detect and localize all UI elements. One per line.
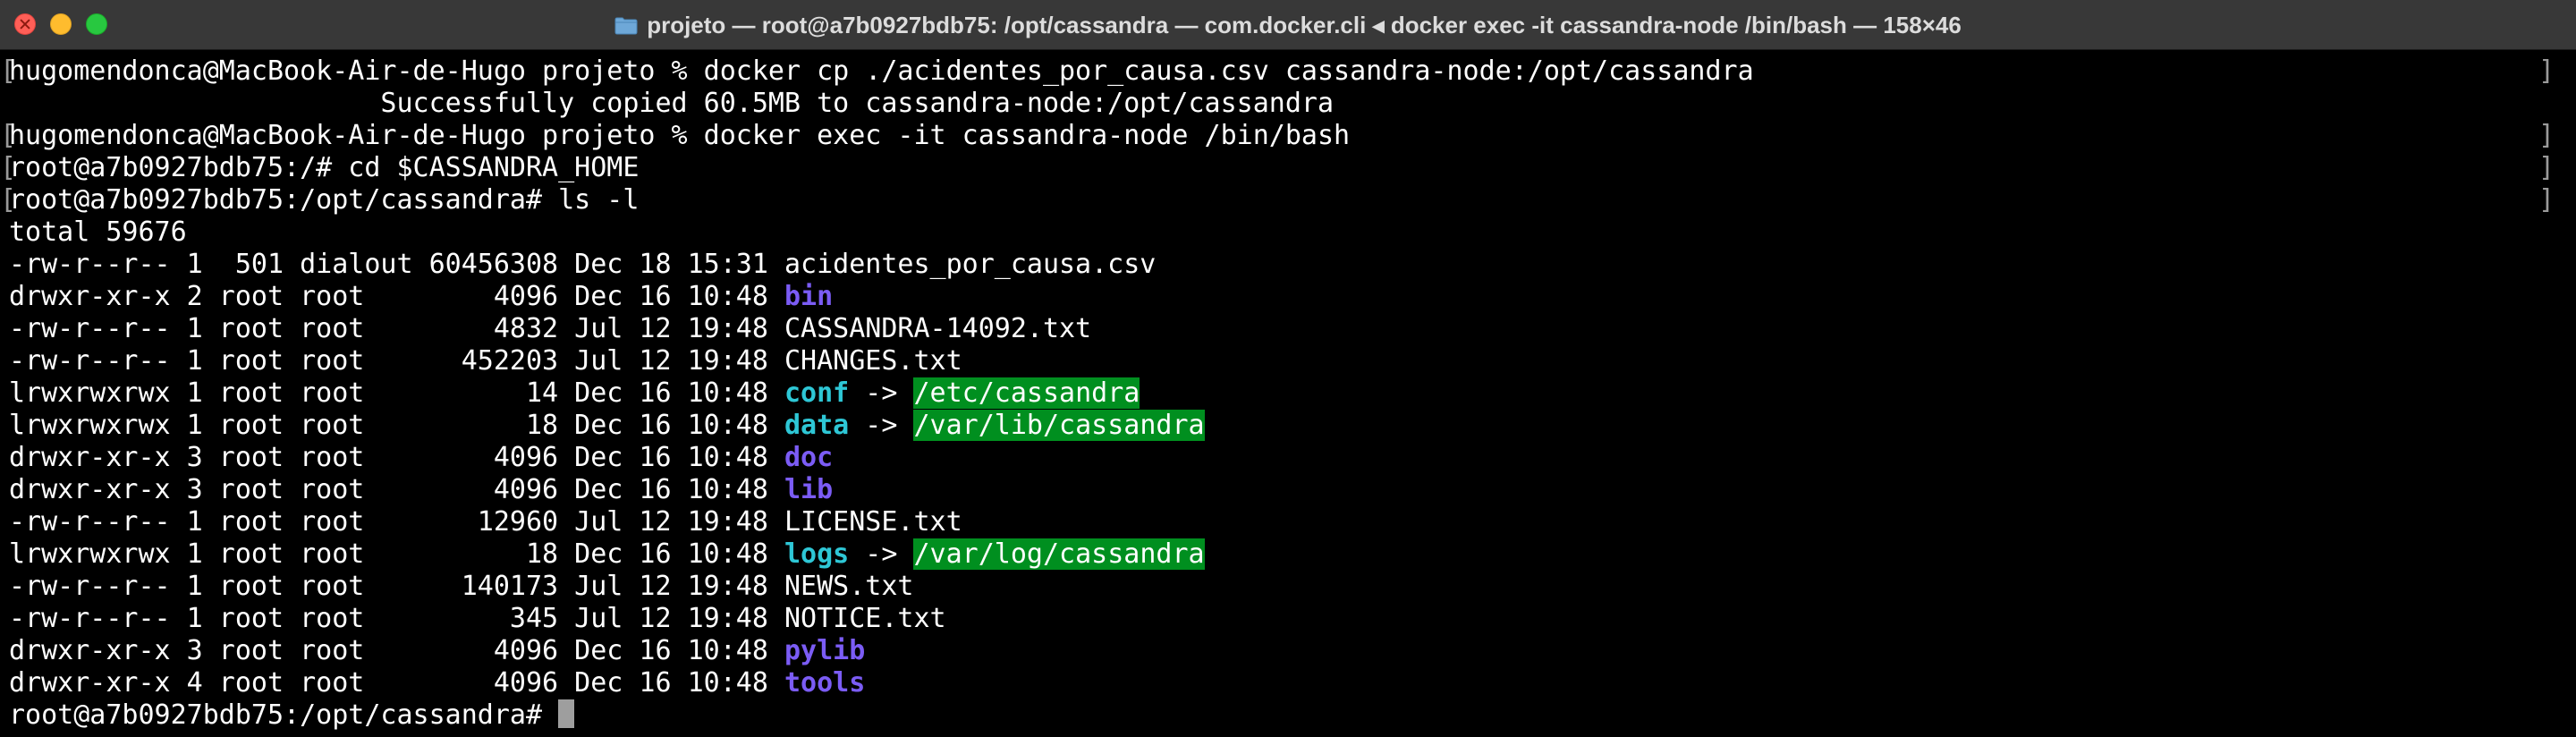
file-name: LICENSE.txt — [784, 506, 962, 538]
file-metadata: drwxr-xr-x 2 root root 4096 Dec 16 10:48 — [9, 281, 784, 312]
scroll-marker-left: [ — [0, 184, 17, 216]
listing-row: -rw-r--r-- 1 root root 345 Jul 12 19:48 … — [9, 603, 946, 635]
directory-name: doc — [784, 442, 834, 473]
listing-row: drwxr-xr-x 4 root root 4096 Dec 16 10:48… — [9, 667, 865, 699]
prompt-line[interactable]: root@a7b0927bdb75:/opt/cassandra# — [9, 699, 575, 732]
folder-icon — [614, 2, 638, 35]
file-metadata: -rw-r--r-- 1 501 dialout 60456308 Dec 18… — [9, 249, 784, 280]
listing-row: lrwxrwxrwx 1 root root 18 Dec 16 10:48 d… — [9, 410, 1205, 442]
listing-row: lrwxrwxrwx 1 root root 18 Dec 16 10:48 l… — [9, 538, 1205, 571]
listing-row: -rw-r--r-- 1 root root 12960 Jul 12 19:4… — [9, 506, 962, 538]
command-line: root@a7b0927bdb75:/opt/cassandra# ls -l — [9, 184, 640, 216]
file-name: CASSANDRA-14092.txt — [784, 313, 1092, 344]
scroll-marker-left: [ — [0, 55, 17, 87]
directory-name: pylib — [784, 635, 866, 666]
file-metadata: -rw-r--r-- 1 root root 140173 Jul 12 19:… — [9, 571, 784, 602]
listing-row: drwxr-xr-x 3 root root 4096 Dec 16 10:48… — [9, 635, 865, 667]
directory-name: lib — [784, 474, 834, 505]
symlink-target: /etc/cassandra — [913, 377, 1140, 409]
shell-prompt: root@a7b0927bdb75:/opt/cassandra# — [9, 699, 559, 731]
directory-name: tools — [784, 667, 866, 699]
file-metadata: drwxr-xr-x 4 root root 4096 Dec 16 10:48 — [9, 667, 784, 699]
terminal-window: projeto — root@a7b0927bdb75: /opt/cassan… — [0, 0, 2576, 737]
scroll-marker-left: [ — [0, 120, 17, 151]
text-cursor — [558, 699, 575, 728]
listing-row: -rw-r--r-- 1 root root 140173 Jul 12 19:… — [9, 571, 913, 603]
file-metadata: drwxr-xr-x 3 root root 4096 Dec 16 10:48 — [9, 442, 784, 473]
listing-row: lrwxrwxrwx 1 root root 14 Dec 16 10:48 c… — [9, 377, 1140, 410]
file-metadata: -rw-r--r-- 1 root root 4832 Jul 12 19:48 — [9, 313, 784, 344]
listing-row: drwxr-xr-x 3 root root 4096 Dec 16 10:48… — [9, 442, 833, 474]
file-name: NEWS.txt — [784, 571, 914, 602]
scroll-marker-right: ] — [2538, 184, 2555, 216]
symlink-target: /var/lib/cassandra — [913, 410, 1205, 441]
file-name: acidentes_por_causa.csv — [784, 249, 1157, 280]
scroll-marker-right: ] — [2538, 55, 2555, 87]
symlink-name: logs — [784, 538, 850, 570]
command-line: hugomendonca@MacBook-Air-de-Hugo projeto… — [9, 120, 1351, 151]
directory-name: bin — [784, 281, 834, 312]
listing-row: drwxr-xr-x 2 root root 4096 Dec 16 10:48… — [9, 281, 833, 313]
file-metadata: -rw-r--r-- 1 root root 345 Jul 12 19:48 — [9, 603, 784, 634]
file-metadata: lrwxrwxrwx 1 root root 18 Dec 16 10:48 — [9, 410, 784, 441]
file-metadata: -rw-r--r-- 1 root root 452203 Jul 12 19:… — [9, 345, 784, 377]
scroll-marker-left: [ — [0, 152, 17, 183]
file-name: NOTICE.txt — [784, 603, 946, 634]
file-metadata: drwxr-xr-x 3 root root 4096 Dec 16 10:48 — [9, 474, 784, 505]
symlink-name: conf — [784, 377, 850, 409]
command-line: hugomendonca@MacBook-Air-de-Hugo projeto… — [9, 55, 1754, 87]
title-bar[interactable]: projeto — root@a7b0927bdb75: /opt/cassan… — [0, 0, 2576, 50]
listing-row: -rw-r--r-- 1 root root 4832 Jul 12 19:48… — [9, 313, 1091, 345]
output-line: Successfully copied 60.5MB to cassandra-… — [9, 88, 1335, 119]
listing-row: drwxr-xr-x 3 root root 4096 Dec 16 10:48… — [9, 474, 833, 506]
scroll-marker-right: ] — [2538, 152, 2555, 183]
listing-row: -rw-r--r-- 1 501 dialout 60456308 Dec 18… — [9, 249, 1156, 281]
file-metadata: -rw-r--r-- 1 root root 12960 Jul 12 19:4… — [9, 506, 784, 538]
symlink-arrow: -> — [849, 538, 914, 570]
command-line: root@a7b0927bdb75:/# cd $CASSANDRA_HOME — [9, 152, 640, 183]
symlink-name: data — [784, 410, 850, 441]
file-metadata: lrwxrwxrwx 1 root root 18 Dec 16 10:48 — [9, 538, 784, 570]
file-name: CHANGES.txt — [784, 345, 962, 377]
symlink-arrow: -> — [849, 377, 914, 409]
file-metadata: lrwxrwxrwx 1 root root 14 Dec 16 10:48 — [9, 377, 784, 409]
symlink-arrow: -> — [849, 410, 914, 441]
window-title: projeto — root@a7b0927bdb75: /opt/cassan… — [647, 12, 1962, 38]
terminal-output[interactable]: [ ] hugomendonca@MacBook-Air-de-Hugo pro… — [0, 50, 2576, 737]
listing-row: -rw-r--r-- 1 root root 452203 Jul 12 19:… — [9, 345, 962, 377]
scroll-marker-right: ] — [2538, 120, 2555, 151]
symlink-target: /var/log/cassandra — [913, 538, 1205, 570]
output-line: total 59676 — [9, 216, 187, 248]
window-title-container: projeto — root@a7b0927bdb75: /opt/cassan… — [0, 0, 2576, 50]
file-metadata: drwxr-xr-x 3 root root 4096 Dec 16 10:48 — [9, 635, 784, 666]
